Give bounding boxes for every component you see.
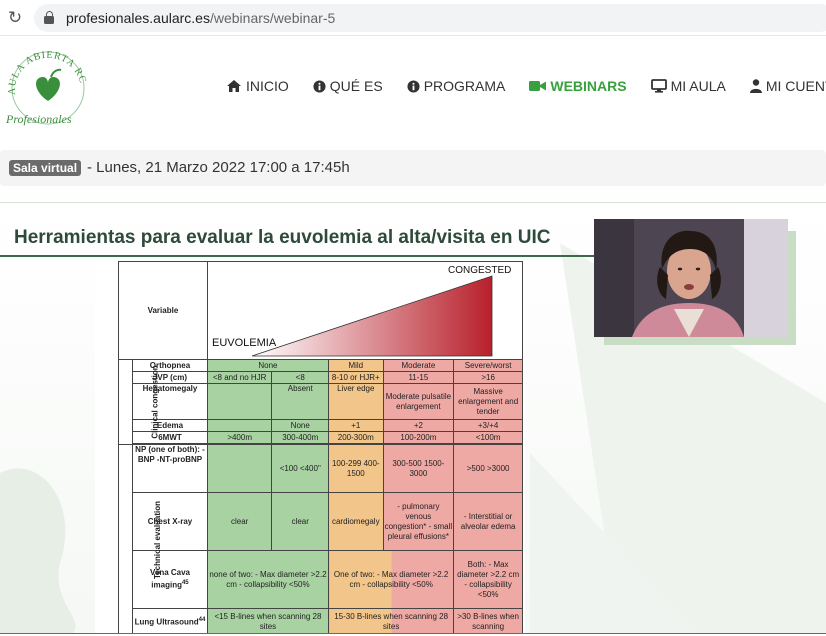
session-datetime: - Lunes, 21 Marzo 2022 17:00 a 17:45h xyxy=(87,159,350,176)
nav-item-mi-aula[interactable]: MI AULA xyxy=(650,77,726,95)
row-label-hepatomegaly: Hepatomegaly xyxy=(132,383,208,420)
table-cell: None xyxy=(271,419,330,432)
table-cell: 300-400m xyxy=(271,431,330,444)
severity-moderate: Moderate xyxy=(382,359,455,372)
table-cell: cardiomegaly xyxy=(328,492,384,551)
table-cell xyxy=(206,419,273,432)
table-cell: <100m xyxy=(453,431,523,444)
table-cell: One of two: - Max diameter >2.2 cm - col… xyxy=(328,550,455,609)
row-label-lung-ultrasound: Lung Ultrasound44 xyxy=(132,608,208,634)
severity-gradient-cell: EUVOLEMIA CONGESTED xyxy=(206,261,524,360)
table-cell: 15-30 B-lines when scanning 28 sites xyxy=(328,608,455,634)
user-icon xyxy=(749,79,762,93)
home-icon xyxy=(227,80,241,92)
nav-item-que-es[interactable]: QUÉ ES xyxy=(313,77,383,95)
table-cell: >16 xyxy=(453,371,523,384)
table-cell: Moderate pulsatile enlargement xyxy=(382,383,455,420)
virtual-room-badge: Sala virtual xyxy=(9,160,82,176)
nav-item-inicio[interactable]: INICIO xyxy=(226,77,289,95)
table-cell: 11-15 xyxy=(382,371,455,384)
nav-label: INICIO xyxy=(246,78,289,94)
table-cell: clear xyxy=(271,492,330,551)
table-cell: - pulmonary venous congestion* - small p… xyxy=(382,492,455,551)
session-info-bar: Sala virtual - Lunes, 21 Marzo 2022 17:0… xyxy=(0,150,826,186)
table-cell: +1 xyxy=(328,419,384,432)
info-icon xyxy=(407,79,420,93)
url-text: profesionales.aularc.es/webinars/webinar… xyxy=(66,10,336,26)
nav-label: PROGRAMA xyxy=(423,78,506,94)
reload-icon[interactable]: ↻ xyxy=(6,9,24,27)
speaker-webcam xyxy=(594,219,788,337)
group-label-technical: Technical evaluation xyxy=(117,444,162,634)
nav-label: WEBINARS xyxy=(550,78,627,94)
table-cell: >500 >3000 xyxy=(453,444,523,493)
slide-title: Herramientas para evaluar la euvolemia a… xyxy=(14,227,551,248)
severity-mild: Mild xyxy=(328,359,384,372)
euvolemia-table: Variable EUVOLEMIA CONGESTED Clinical co… xyxy=(117,261,524,634)
table-cell: 300-500 1500-3000 xyxy=(382,444,455,493)
browser-address-bar: ↻ profesionales.aularc.es/webinars/webin… xyxy=(0,0,826,36)
euvolemia-table-panel: Variable EUVOLEMIA CONGESTED Clinical co… xyxy=(95,258,525,634)
table-cell: <15 B-lines when scanning 28 sites xyxy=(206,608,330,634)
main-nav: INICIO QUÉ ES PROGRAMA WEBINARS MI AULA … xyxy=(226,77,826,95)
table-cell: Absent xyxy=(271,383,330,420)
nav-item-mi-cuenta[interactable]: MI CUENTA xyxy=(749,77,826,95)
severity-none: None xyxy=(206,359,330,372)
table-cell: clear xyxy=(206,492,273,551)
nav-label: QUÉ ES xyxy=(329,78,383,94)
table-cell: 200-300m xyxy=(328,431,384,444)
progress-bar xyxy=(0,633,826,634)
severity-severe: Severe/worst xyxy=(453,359,523,372)
row-label-chest-xray: Chest X-ray xyxy=(132,492,208,551)
table-cell: Massive enlargement and tender xyxy=(453,383,523,420)
table-cell xyxy=(206,444,273,493)
monitor-icon xyxy=(650,79,667,93)
row-label-jvp: JVP (cm) xyxy=(132,371,208,384)
table-cell: 8-10 or HJR+ xyxy=(328,371,384,384)
table-cell: <8 and no HJR xyxy=(206,371,273,384)
table-cell: 100-299 400-1500 xyxy=(328,444,384,493)
site-logo[interactable]: AULA ABIERTA RC Profesionales xyxy=(3,43,91,129)
url-field[interactable]: profesionales.aularc.es/webinars/webinar… xyxy=(34,4,826,32)
video-camera-icon xyxy=(529,81,547,91)
table-cell: - Interstitial or alveolar edema xyxy=(453,492,523,551)
table-cell xyxy=(206,383,273,420)
title-underline xyxy=(0,255,600,257)
nav-label: MI CUENTA xyxy=(765,78,826,94)
table-cell: +2 xyxy=(382,419,455,432)
row-label-np: NP (one of both): -BNP -NT-proBNP xyxy=(132,444,208,493)
table-cell: 100-200m xyxy=(382,431,455,444)
row-label-vena-cava: Vena Cava imaging45 xyxy=(132,550,208,609)
table-cell: +3/+4 xyxy=(453,419,523,432)
lock-icon[interactable] xyxy=(44,11,54,24)
row-label-6mwt: 6MWT xyxy=(132,431,208,444)
nav-item-webinars[interactable]: WEBINARS xyxy=(529,77,627,95)
table-cell: <8 xyxy=(271,371,330,384)
speaker-video xyxy=(594,219,788,337)
site-header: AULA ABIERTA RC Profesionales INICIO QUÉ… xyxy=(0,37,826,135)
table-cell: Liver edge xyxy=(328,383,384,420)
info-icon xyxy=(313,79,326,93)
euvolemia-label: EUVOLEMIA xyxy=(212,337,277,349)
nav-item-programa[interactable]: PROGRAMA xyxy=(407,77,506,95)
severity-triangle: EUVOLEMIA CONGESTED xyxy=(212,265,511,357)
group-label-clinical: Clinical congestion xyxy=(117,359,160,445)
svg-text:Profesionales: Profesionales xyxy=(5,112,72,126)
congested-label: CONGESTED xyxy=(448,265,511,276)
table-cell: >400m xyxy=(206,431,273,444)
table-cell: none of two: - Max diameter >2.2 cm - co… xyxy=(206,550,330,609)
row-label-edema: Edema xyxy=(132,419,208,432)
variable-header: Variable xyxy=(118,261,208,360)
table-cell: Both: - Max diameter >2.2 cm - collapsib… xyxy=(453,550,523,609)
table-cell: <100 <400" xyxy=(271,444,330,493)
table-cell: >30 B-lines when scanning xyxy=(453,608,523,634)
webinar-video[interactable]: Herramientas para evaluar la euvolemia a… xyxy=(0,202,826,634)
row-label-orthopnea: Orthopnea xyxy=(132,359,208,372)
nav-label: MI AULA xyxy=(670,78,726,94)
